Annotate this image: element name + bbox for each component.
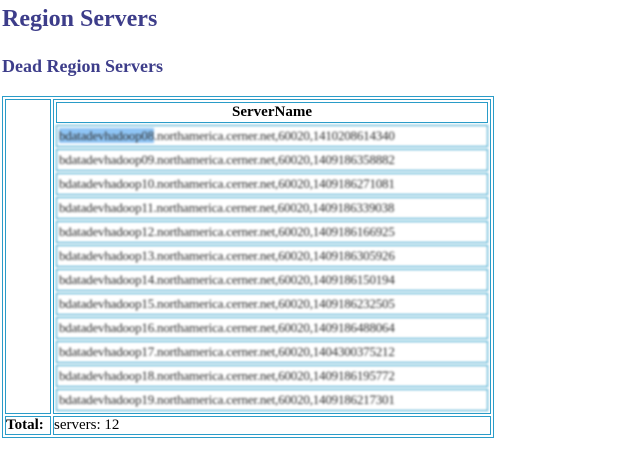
server-list-cell: ServerName bdatadevhadoop08.northamerica… [53,99,491,414]
table-row: bdatadevhadoop15.northamerica.cerner.net… [56,293,488,315]
total-value: servers: 12 [53,416,491,435]
table-row: bdatadevhadoop18.northamerica.cerner.net… [56,365,488,387]
page-title: Region Servers [2,6,158,32]
server-name-cell[interactable]: bdatadevhadoop11.northamerica.cerner.net… [56,197,488,219]
server-name-cell[interactable]: bdatadevhadoop14.northamerica.cerner.net… [56,269,488,291]
table-row: bdatadevhadoop12.northamerica.cerner.net… [56,221,488,243]
server-name-cell[interactable]: bdatadevhadoop16.northamerica.cerner.net… [56,317,488,339]
dead-servers-table: ServerName bdatadevhadoop08.northamerica… [2,96,494,438]
table-row: bdatadevhadoop11.northamerica.cerner.net… [56,197,488,219]
table-row: bdatadevhadoop10.northamerica.cerner.net… [56,173,488,195]
table-row: bdatadevhadoop16.northamerica.cerner.net… [56,317,488,339]
server-name-cell[interactable]: bdatadevhadoop18.northamerica.cerner.net… [56,365,488,387]
server-name-cell[interactable]: bdatadevhadoop15.northamerica.cerner.net… [56,293,488,315]
server-name-cell[interactable]: bdatadevhadoop08.northamerica.cerner.net… [56,125,488,147]
table-row: bdatadevhadoop19.northamerica.cerner.net… [56,389,488,411]
column-header-servername: ServerName [56,102,488,123]
table-row: bdatadevhadoop08.northamerica.cerner.net… [56,125,488,147]
table-row: bdatadevhadoop14.northamerica.cerner.net… [56,269,488,291]
table-row: bdatadevhadoop09.northamerica.cerner.net… [56,149,488,171]
table-row: bdatadevhadoop13.northamerica.cerner.net… [56,245,488,267]
server-name-cell[interactable]: bdatadevhadoop19.northamerica.cerner.net… [56,389,488,411]
section-title: Dead Region Servers [2,56,163,76]
server-name-cell[interactable]: bdatadevhadoop10.northamerica.cerner.net… [56,173,488,195]
server-name-cell[interactable]: bdatadevhadoop13.northamerica.cerner.net… [56,245,488,267]
server-name-rest: .northamerica.cerner.net,60020,141020861… [154,128,395,143]
selected-text: bdatadevhadoop08 [59,128,154,143]
table-row: bdatadevhadoop17.northamerica.cerner.net… [56,341,488,363]
row-label-cell [5,99,51,414]
server-name-cell[interactable]: bdatadevhadoop09.northamerica.cerner.net… [56,149,488,171]
total-label: Total: [5,416,51,435]
server-name-cell[interactable]: bdatadevhadoop12.northamerica.cerner.net… [56,221,488,243]
server-name-cell[interactable]: bdatadevhadoop17.northamerica.cerner.net… [56,341,488,363]
server-list: ServerName bdatadevhadoop08.northamerica… [54,100,490,413]
